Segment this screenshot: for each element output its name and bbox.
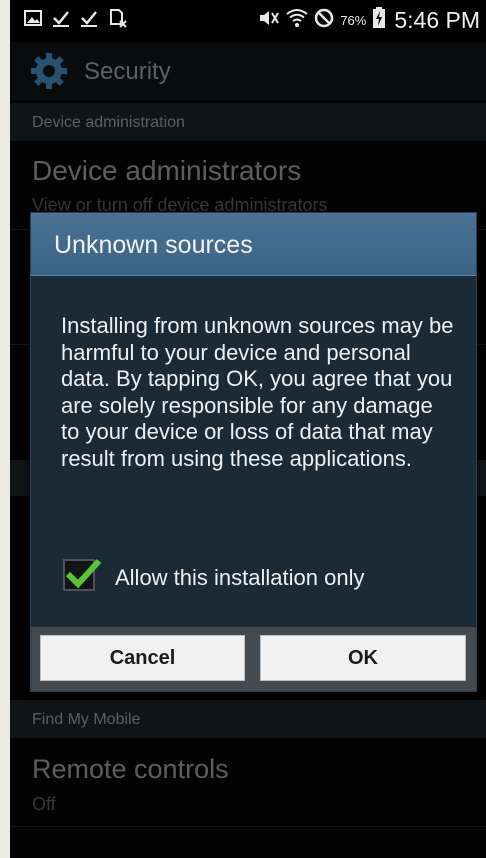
checkmark-icon: [65, 558, 102, 589]
clock: 5:46 PM: [394, 7, 480, 33]
allow-once-label[interactable]: Allow this installation only: [115, 565, 364, 591]
status-bar: 76% 5:46 PM: [10, 0, 486, 42]
allow-once-checkbox[interactable]: [63, 558, 102, 591]
cancel-button[interactable]: Cancel: [40, 635, 245, 681]
status-left-icons: [24, 9, 128, 29]
download-done-icon: [80, 9, 98, 29]
ok-button[interactable]: OK: [260, 635, 466, 681]
mute-icon: [258, 9, 280, 32]
download-done-icon: [52, 9, 70, 29]
image-icon: [24, 9, 42, 29]
phone-screen: 76% 5:46 PM Security Device administrati…: [10, 0, 486, 858]
battery-charging-icon: [372, 7, 386, 34]
nfc-card-icon: [108, 9, 128, 29]
battery-percent: 76%: [340, 13, 367, 28]
wifi-icon: [286, 8, 308, 33]
dialog-title-bar: Unknown sources: [31, 213, 476, 276]
dialog-button-bar: Cancel OK: [31, 627, 476, 691]
dialog-title: Unknown sources: [54, 231, 253, 259]
unknown-sources-dialog: Unknown sources Installing from unknown …: [30, 212, 477, 692]
blocked-icon: [314, 8, 334, 33]
status-right-icons: 76% 5:46 PM: [258, 7, 480, 34]
dialog-message: Installing from unknown sources may be h…: [61, 313, 454, 471]
